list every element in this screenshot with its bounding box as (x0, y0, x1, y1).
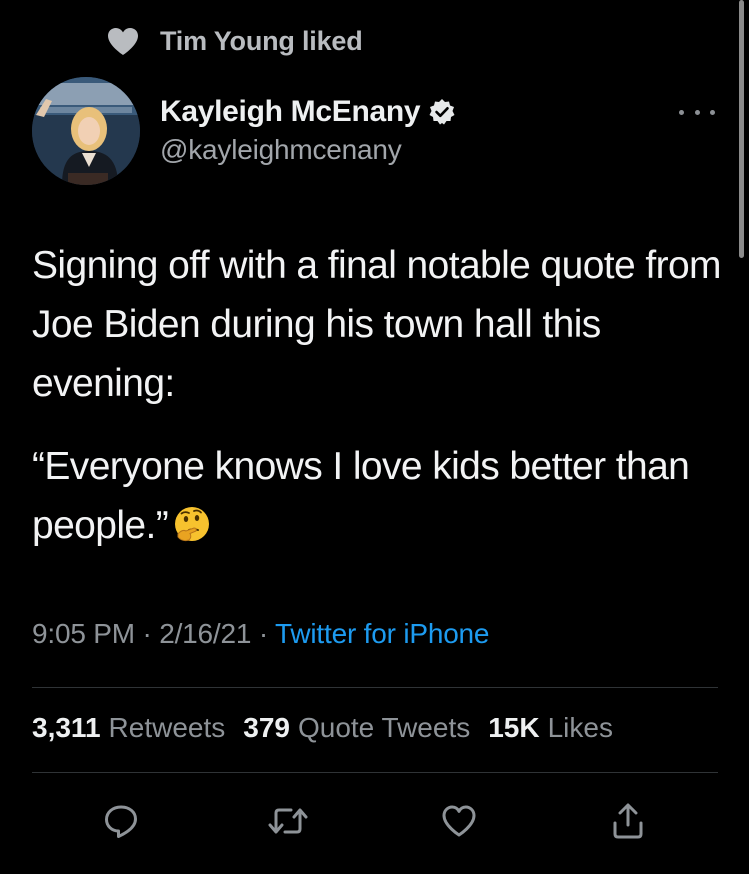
tweet-paragraph: Signing off with a final notable quote f… (32, 244, 722, 405)
scrollbar[interactable] (739, 0, 744, 258)
tweet-meta: 9:05 PM · 2/16/21 · Twitter for iPhone (32, 618, 490, 650)
thinking-face-emoji (172, 502, 212, 542)
retweets-label: Retweets (108, 712, 226, 743)
likes-stat[interactable]: 15K Likes (488, 712, 613, 744)
social-context-label[interactable]: Tim Young liked (160, 26, 363, 57)
reply-icon[interactable] (98, 798, 144, 844)
divider (32, 687, 718, 688)
author-block: Kayleigh McEnany @kayleighmcenany (160, 93, 456, 166)
retweet-icon[interactable] (265, 798, 311, 844)
more-dot (679, 109, 684, 115)
likes-count: 15K (488, 712, 540, 743)
more-options-icon[interactable] (679, 104, 715, 120)
author-display-name[interactable]: Kayleigh McEnany (160, 95, 421, 129)
tweet-source-link[interactable]: Twitter for iPhone (275, 618, 489, 649)
tweet-quote-text: “Everyone knows I love kids better than … (32, 445, 690, 547)
share-icon[interactable] (605, 798, 651, 844)
tweet-text: Signing off with a final notable quote f… (32, 236, 722, 555)
meta-separator: · (142, 618, 152, 649)
quote-tweets-stat[interactable]: 379 Quote Tweets (243, 712, 470, 744)
more-dot (710, 109, 715, 115)
likes-label: Likes (547, 712, 613, 743)
tweet-paragraph-quote: “Everyone knows I love kids better than … (32, 437, 722, 555)
retweets-stat[interactable]: 3,311 Retweets (32, 712, 225, 744)
like-icon[interactable] (436, 798, 482, 844)
author-handle[interactable]: @kayleighmcenany (160, 134, 456, 166)
more-dot (694, 109, 700, 115)
social-context: Tim Young liked (106, 24, 363, 58)
divider (32, 772, 718, 773)
heart-icon (106, 25, 140, 57)
tweet-time[interactable]: 9:05 PM (32, 618, 135, 649)
avatar[interactable] (32, 77, 140, 185)
retweets-count: 3,311 (32, 712, 101, 743)
tweet-actions (0, 798, 749, 844)
tweet-stats: 3,311 Retweets 379 Quote Tweets 15K Like… (32, 712, 613, 744)
meta-separator: · (258, 618, 268, 649)
quote-tweets-count: 379 (243, 712, 290, 743)
verified-badge-icon (428, 98, 456, 126)
tweet-date[interactable]: 2/16/21 (159, 618, 251, 649)
quote-tweets-label: Quote Tweets (297, 712, 471, 743)
